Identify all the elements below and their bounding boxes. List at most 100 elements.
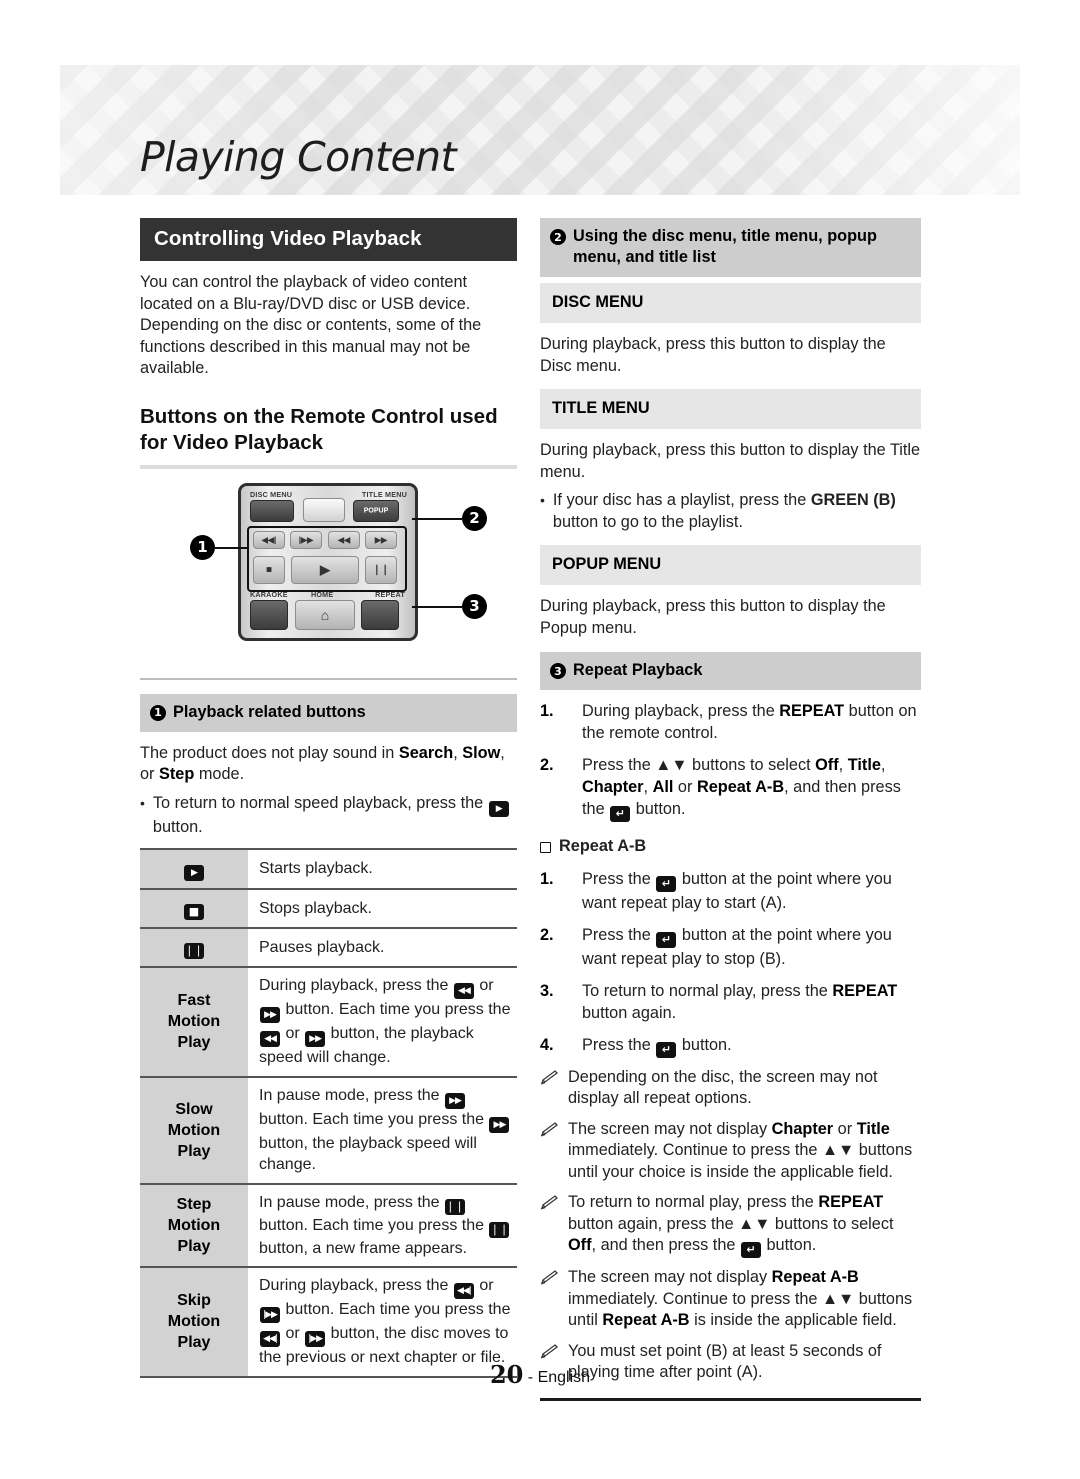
- note-emphasis: Title: [856, 1119, 890, 1138]
- pencil-icon: [540, 1195, 558, 1210]
- fastforward-icon: ▶▶: [305, 1031, 326, 1047]
- table-cell-button-icon: ❘❘: [140, 927, 248, 968]
- bullet-dot: •: [540, 492, 545, 508]
- sep4: or: [673, 778, 697, 796]
- enter-icon: ↵: [610, 806, 631, 822]
- table-cell-description: Starts playback.: [248, 848, 517, 890]
- table-cell-description: In pause mode, press the ❘❘ button. Each…: [248, 1182, 517, 1268]
- note-item: The screen may not display Chapter or Ti…: [540, 1119, 921, 1184]
- bullet-playlist-c: button to go to the playlist.: [552, 512, 743, 531]
- pause-icon: ❘❘: [445, 1198, 465, 1215]
- home-icon: ⌂: [320, 606, 330, 623]
- opt-all: All: [652, 778, 674, 796]
- section-head-label-2: Using the disc menu, title menu, popup m…: [573, 227, 877, 266]
- repeat-ab-step-1-number: 1.: [540, 869, 554, 888]
- repeat-step-1: 1. During playback, press the REPEAT but…: [540, 700, 921, 744]
- remote-label-title-menu: TITLE MENU: [361, 489, 407, 499]
- repeat-step-2: 2. Press the ▲▼ buttons to select Off, T…: [540, 754, 921, 822]
- note-text: To return to normal play, press the REPE…: [568, 1193, 894, 1258]
- intro-paragraph: You can control the playback of video co…: [140, 273, 482, 377]
- pb-note-a: The product does not play sound in: [140, 743, 399, 762]
- footer-separator: -: [527, 1369, 538, 1386]
- next-icon: |▶▶: [260, 1307, 280, 1323]
- remote-key-stop-glyph: ■: [265, 564, 273, 575]
- repeat-step-1-text: During playback, press the REPEAT button…: [582, 700, 921, 744]
- square-bullet-icon: [540, 842, 551, 853]
- remote-key-disc-menu[interactable]: [250, 499, 294, 522]
- remote-key-center-blank[interactable]: [303, 497, 345, 522]
- page-number: 20: [489, 1360, 524, 1389]
- remote-key-home[interactable]: ⌂: [295, 599, 355, 630]
- subhead-disc-menu-label: DISC MENU: [552, 293, 644, 311]
- section-head-playback-related-buttons: 1 Playback related buttons: [140, 693, 517, 732]
- page-footer: 20 - English: [0, 1360, 1080, 1389]
- play-icon: ▶: [488, 800, 509, 817]
- remote-key-rewind[interactable]: ◀◀: [328, 530, 360, 549]
- bullet-normal-speed-text: To return to normal speed playback, pres…: [153, 793, 517, 839]
- play-icon: ▶: [184, 865, 204, 881]
- note-text: The screen may not display Repeat A-B im…: [568, 1268, 913, 1329]
- table-cell-description: Stops playback.: [248, 888, 517, 929]
- section-end-rule: [540, 1397, 921, 1401]
- table-cell-button-icon: ■: [140, 888, 248, 929]
- bullet-normal-speed: • To return to normal speed playback, pr…: [140, 793, 517, 839]
- remote-key-stop[interactable]: ■: [253, 555, 285, 584]
- repeat-ab-step-3: 3. To return to normal play, press the R…: [540, 980, 921, 1024]
- table-cell-button-icon: ▶: [140, 848, 248, 890]
- remote-body: DISC MENU TITLE MENU POPUP ◀◀| |▶▶ ◀◀ ▶▶…: [238, 482, 418, 641]
- rewind-icon: ◀◀: [260, 1031, 280, 1047]
- bullet-normal-speed-b: button.: [152, 817, 203, 836]
- remote-key-popup[interactable]: POPUP: [353, 499, 399, 522]
- subhead-title-menu: TITLE MENU: [540, 389, 921, 429]
- remote-key-repeat[interactable]: [361, 599, 399, 630]
- remote-key-pause[interactable]: ❘❘: [365, 555, 397, 584]
- diagram-rule: [140, 677, 517, 680]
- callout-badge-3: 3: [462, 593, 487, 619]
- repeat-ab-step-1: 1. Press the ↵ button at the point where…: [540, 868, 921, 914]
- pb-note-sep1: ,: [453, 743, 463, 762]
- notes-list: Depending on the disc, the screen may no…: [540, 1067, 921, 1384]
- repeat-step-1-repeat: REPEAT: [779, 702, 845, 720]
- repeat-ab-step-4-text: Press the ↵ button.: [582, 1034, 921, 1058]
- fastforward-icon: ▶▶: [445, 1092, 465, 1109]
- heading-buttons-remote-control: Buttons on the Remote Control used for V…: [140, 404, 498, 454]
- subhead-repeat-ab: Repeat A-B: [540, 836, 921, 858]
- note-text: The screen may not display Chapter or Ti…: [568, 1119, 913, 1181]
- popup-menu-body: During playback, press this button to di…: [540, 597, 886, 637]
- repeat-ab-step-3-text: To return to normal play, press the REPE…: [582, 980, 921, 1024]
- remote-key-prev[interactable]: ◀◀|: [253, 530, 285, 549]
- table-cell-description: Pauses playback.: [248, 927, 517, 968]
- table-cell-button-label: Slow Motion Play: [140, 1075, 248, 1185]
- pb-note-slow: Slow: [462, 743, 501, 762]
- left-column: Controlling Video Playback You can contr…: [140, 218, 517, 1378]
- remote-label-home: HOME: [311, 589, 334, 599]
- disc-menu-body: During playback, press this button to di…: [540, 335, 886, 375]
- note-item: To return to normal play, press the REPE…: [540, 1192, 921, 1258]
- note-emphasis: REPEAT: [818, 1193, 884, 1211]
- remote-key-karaoke[interactable]: [250, 599, 288, 630]
- subhead-popup-menu: POPUP MENU: [540, 545, 921, 585]
- note-item: The screen may not display Repeat A-B im…: [540, 1267, 921, 1332]
- remote-key-fastforward[interactable]: ▶▶: [365, 530, 397, 549]
- page-title: Playing Content: [140, 133, 457, 181]
- pause-icon: ❘❘: [184, 943, 204, 959]
- remote-key-play[interactable]: ▶: [291, 555, 359, 584]
- pencil-icon: [540, 1343, 558, 1359]
- playback-buttons-table: ▶ Starts playback. ■ Stops playback. ❘❘ Pause…: [140, 848, 517, 1378]
- repeat-step-1-a: During playback, press the: [582, 702, 780, 720]
- bullet-playlist-text: If your disc has a playlist, press the G…: [553, 490, 921, 533]
- enter-icon: ↵: [740, 1242, 761, 1258]
- bullet-playlist: • If your disc has a playlist, press the…: [540, 490, 921, 533]
- repeat-ab-step-1-text: Press the ↵ button at the point where yo…: [582, 868, 921, 914]
- bullet-playlist-green: GREEN (B): [810, 491, 896, 509]
- bullet-dot: •: [140, 794, 145, 811]
- remote-key-next[interactable]: |▶▶: [290, 530, 322, 549]
- ab3-b: button again.: [582, 1003, 677, 1022]
- subhead-repeat-ab-label: Repeat A-B: [559, 837, 647, 855]
- repeat-step-1-number: 1.: [540, 702, 554, 720]
- callout-badge-1: 1: [190, 534, 215, 560]
- next-icon: |▶▶: [305, 1331, 326, 1347]
- opt-repeat-ab: Repeat A-B: [696, 778, 785, 796]
- repeat-ab-step-2-number: 2.: [540, 925, 554, 944]
- pause-icon: ❘❘: [489, 1221, 510, 1238]
